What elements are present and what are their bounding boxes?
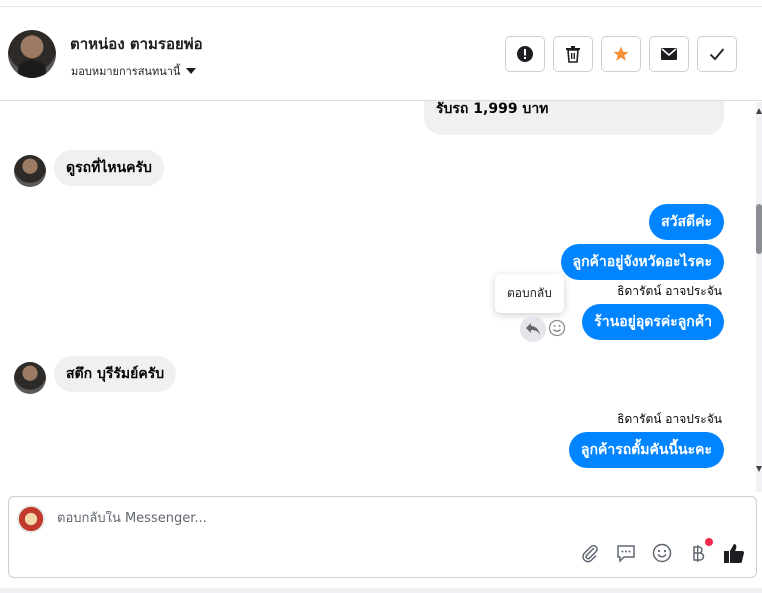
message-bubble[interactable]: ดูรถที่ไหนครับ [54, 150, 164, 186]
message-bubble[interactable]: ลูกค้าอยู่จังหวัดอะไรคะ [560, 244, 724, 280]
page-avatar [17, 505, 45, 533]
sender-name: ธิดารัตน์ อาจประจัน [617, 412, 722, 426]
react-button[interactable] [548, 319, 566, 337]
scroll-up-arrow-icon[interactable] [756, 108, 762, 114]
smiley-icon [548, 319, 566, 337]
scrollbar-track[interactable] [756, 102, 762, 492]
like-icon [724, 544, 744, 563]
message-bubble[interactable]: สตึก บุรีรัมย์ครับ [54, 356, 177, 392]
payment-button[interactable] [687, 538, 713, 564]
composer-tools [579, 538, 745, 564]
check-icon [709, 48, 725, 61]
message-thread[interactable]: รับรถ 1,999 บาท ดูรถที่ไหนครับ สวัสดีค่ะ… [0, 101, 754, 491]
message-bubble[interactable]: สวัสดีค่ะ [649, 204, 724, 240]
mark-done-button[interactable] [697, 36, 737, 72]
bottom-border [0, 588, 762, 593]
conversation-header: ตาหน่อง ตามรอยพ่อ มอบหมายการสนทนานี้ [0, 8, 762, 101]
emoji-icon [652, 543, 672, 563]
caret-down-icon [186, 68, 197, 74]
contact-avatar[interactable] [14, 155, 46, 187]
assign-conversation-dropdown[interactable]: มอบหมายการสนทนานี้ [71, 62, 197, 80]
sender-name: ธิดารัตน์ อาจประจัน [617, 284, 722, 298]
mark-unread-button[interactable] [649, 36, 689, 72]
contact-avatar[interactable] [8, 30, 56, 78]
reply-input[interactable] [57, 511, 657, 526]
star-button[interactable] [601, 36, 641, 72]
emoji-button[interactable] [651, 542, 673, 564]
message-bubble[interactable]: ร้านอยู่อุดรค่ะลูกค้า [582, 304, 724, 340]
delete-button[interactable] [553, 36, 593, 72]
attach-button[interactable] [579, 542, 601, 564]
notification-dot [705, 538, 713, 546]
saved-replies-button[interactable] [615, 542, 637, 564]
trash-icon [566, 46, 580, 63]
reply-button[interactable] [520, 316, 546, 342]
reply-icon [526, 323, 540, 335]
scroll-down-arrow-icon[interactable] [756, 466, 762, 472]
saved-reply-icon [617, 545, 635, 563]
top-border [0, 0, 762, 7]
assign-label: มอบหมายการสนทนานี้ [71, 65, 181, 78]
message-bubble[interactable]: ลูกค้ารถตั้มคันนี้นะคะ [568, 432, 724, 468]
reply-composer [8, 496, 757, 578]
mark-spam-button[interactable] [505, 36, 545, 72]
baht-payment-icon [693, 545, 705, 562]
alert-icon [517, 46, 533, 62]
contact-name[interactable]: ตาหน่อง ตามรอยพ่อ [70, 32, 203, 56]
message-bubble[interactable]: รับรถ 1,999 บาท [424, 101, 724, 135]
star-icon [613, 46, 629, 61]
reply-tooltip: ตอบกลับ [495, 274, 564, 313]
scrollbar-thumb[interactable] [756, 204, 762, 254]
mail-icon [661, 48, 677, 60]
like-button[interactable] [723, 542, 745, 564]
contact-avatar[interactable] [14, 362, 46, 394]
attach-icon [582, 544, 598, 563]
header-actions [505, 36, 737, 72]
